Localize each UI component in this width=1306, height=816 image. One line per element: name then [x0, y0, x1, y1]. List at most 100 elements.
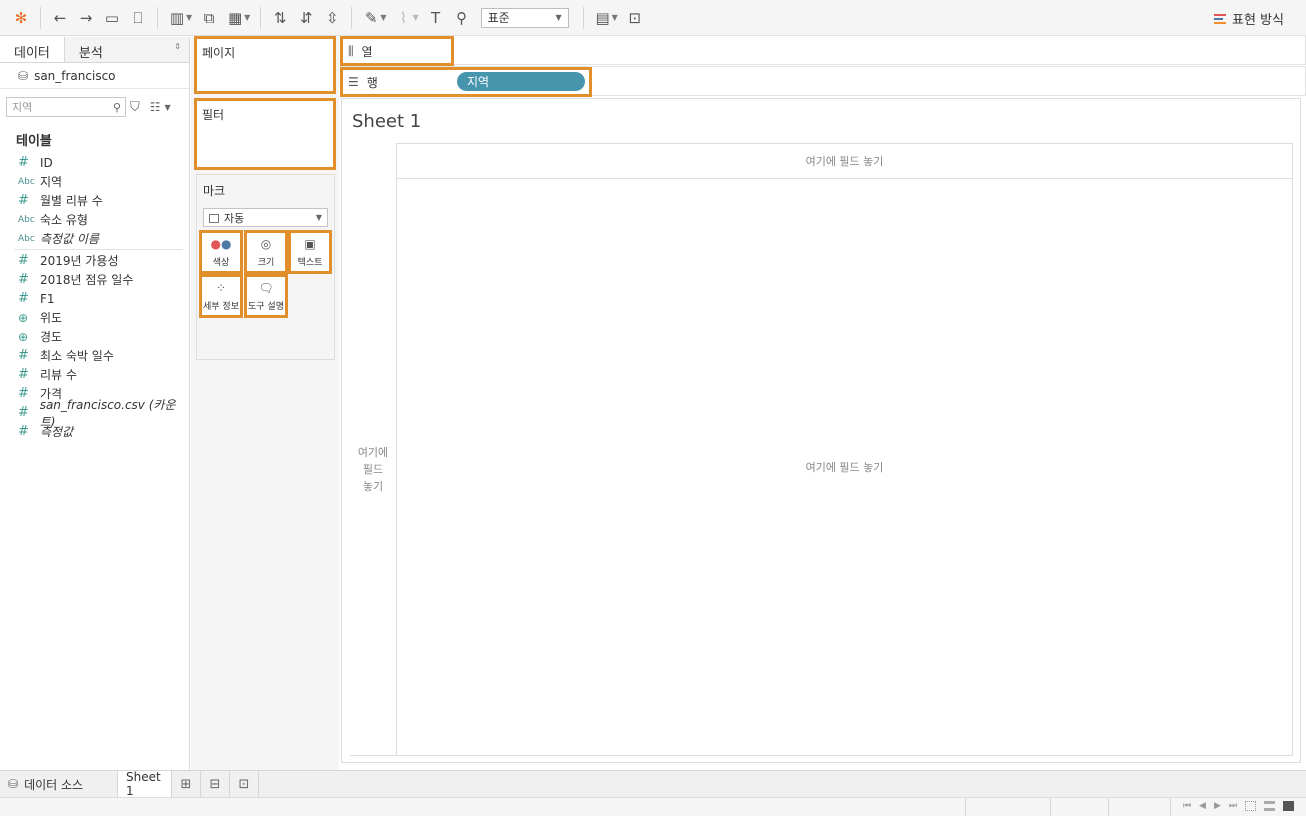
chevron-down-icon[interactable]: ▼ [612, 13, 618, 22]
sort-descending-icon[interactable]: ⇳ [319, 5, 345, 31]
filmstrip-view-icon[interactable] [1264, 801, 1275, 811]
datasource-item[interactable]: ⛁ san_francisco [0, 63, 189, 89]
mark-type-value: 자동 [224, 211, 245, 225]
chevron-down-icon: ▼ [555, 13, 562, 22]
tooltip-bubble-icon: 🗨 [258, 280, 274, 295]
filter-icon[interactable]: ⛉ [130, 100, 140, 115]
sheet-title[interactable]: Sheet 1 [352, 111, 421, 132]
field-item[interactable]: Abc 숙소 유형 [0, 210, 189, 229]
labels-icon[interactable]: T [423, 5, 449, 31]
toolbar-divider [157, 6, 158, 29]
duplicate-sheet-icon[interactable]: ⧉ [196, 5, 222, 31]
filters-shelf[interactable]: 필터 [194, 98, 336, 170]
first-sheet-icon[interactable]: ⏮ [1183, 801, 1191, 811]
undo-icon[interactable]: ← [47, 5, 73, 31]
chevron-down-icon[interactable]: ▼ [165, 103, 171, 112]
field-label: 경도 [40, 330, 63, 344]
number-type-icon: # [18, 424, 29, 439]
swap-axes-icon[interactable]: ⇅ [267, 5, 293, 31]
sort-ascending-icon[interactable]: ⇵ [293, 5, 319, 31]
detail-mark-button[interactable]: ⁘ 세부 정보 [199, 274, 243, 318]
toolbar: ✻ ← → ▭ ⎕ ▥ ▼ ⧉ ▦ ▼ ⇅ ⇵ ⇳ ✎ ▼ ⌇ ▼ T ⚲ 표준… [0, 0, 1306, 36]
rows-shelf[interactable]: ☰ 행 지역 [340, 66, 1306, 97]
field-item[interactable]: #2019년 가용성 [0, 251, 189, 270]
last-sheet-icon[interactable]: ⏭ [1229, 801, 1237, 811]
field-divider [14, 249, 183, 250]
field-label: 지역 [40, 175, 63, 189]
size-mark-button[interactable]: ◎ 크기 [244, 230, 288, 274]
field-label: 위도 [40, 311, 63, 325]
expand-icon: ⇕ [174, 42, 181, 51]
new-worksheet-tab-icon[interactable]: ⊞ [172, 770, 201, 798]
redo-icon[interactable]: → [73, 5, 99, 31]
field-item[interactable]: # ID [0, 153, 189, 172]
mark-type-select[interactable]: 자동 ▼ [203, 208, 328, 227]
chevron-down-icon[interactable]: ▼ [244, 13, 250, 22]
field-label: 측정값 [40, 425, 74, 439]
tab-sheet-1[interactable]: Sheet 1 [118, 770, 172, 798]
grid-view-icon[interactable] [1245, 801, 1256, 811]
number-type-icon: # [18, 155, 29, 170]
text-mark-button[interactable]: ▣ 텍스트 [288, 230, 332, 274]
grid-line [1292, 143, 1293, 755]
tab-analysis-label: 분석 [78, 46, 103, 61]
show-me-icon [1214, 13, 1227, 24]
show-me-label: 표현 방식 [1232, 13, 1284, 28]
status-divider [1108, 798, 1109, 816]
drop-zone-left-line: 놓기 [362, 480, 384, 493]
field-label: 리뷰 수 [40, 368, 77, 382]
marks-card-title: 마크 [203, 184, 226, 198]
drop-zone-center[interactable]: 여기에 필드 놓기 [396, 459, 1293, 475]
presentation-mode-icon[interactable]: ⊡ [622, 5, 648, 31]
tableau-logo-icon[interactable]: ✻ [8, 5, 34, 31]
tab-data[interactable]: 데이터 [0, 37, 65, 62]
view-list-icon[interactable]: ☷ [150, 100, 161, 114]
field-item[interactable]: # san_francisco.csv (카운트) [0, 398, 189, 429]
field-item[interactable]: # F1 [0, 289, 189, 308]
size-mark-label: 크기 [257, 257, 275, 268]
datasource-icon: ⛁ [18, 68, 29, 83]
field-item[interactable]: ⊕ 위도 [0, 308, 189, 327]
tabs-view-icon[interactable] [1283, 801, 1294, 811]
color-dots-icon: ●● [210, 236, 232, 251]
text-label-icon: ▣ [304, 236, 316, 251]
rows-pill[interactable]: 지역 [457, 72, 585, 91]
drop-zone-top[interactable]: 여기에 필드 놓기 [396, 143, 1293, 179]
tab-analysis[interactable]: 분석 ⇕ [64, 37, 189, 62]
field-item[interactable]: #2018년 점유 일수 [0, 270, 189, 289]
field-item[interactable]: Abc 측정값 이름 [0, 229, 189, 248]
tab-datasource[interactable]: ⛁ 데이터 소스 [0, 770, 118, 798]
tooltip-mark-button[interactable]: 🗨 도구 설명 [244, 274, 288, 318]
field-item[interactable]: # 최소 숙박 일수 [0, 346, 189, 365]
chevron-down-icon[interactable]: ▼ [186, 13, 192, 22]
next-sheet-icon[interactable]: ▶ [1214, 801, 1221, 811]
tables-section-title: 테이블 [16, 134, 52, 149]
data-pane-tabs: 데이터 분석 ⇕ [0, 37, 189, 63]
fit-select[interactable]: 표준 ▼ [480, 7, 569, 28]
field-item[interactable]: # 월별 리뷰 수 [0, 191, 189, 210]
new-datasource-icon[interactable]: ⎕ [125, 5, 151, 31]
tooltip-mark-label: 도구 설명 [248, 301, 284, 312]
pages-shelf[interactable]: 페이지 [194, 36, 336, 94]
chevron-down-icon[interactable]: ▼ [380, 13, 386, 22]
chevron-down-icon[interactable]: ▼ [412, 13, 418, 22]
field-search-input[interactable]: 지역 ⚲ [6, 97, 126, 117]
new-story-tab-icon[interactable]: ⊡ [230, 770, 259, 798]
color-mark-button[interactable]: ●● 색상 [199, 230, 243, 274]
datasource-name: san_francisco [34, 68, 116, 83]
prev-sheet-icon[interactable]: ◀ [1199, 801, 1206, 811]
field-label: 월별 리뷰 수 [40, 194, 103, 208]
field-item[interactable]: Abc 지역 [0, 172, 189, 191]
field-label: F1 [40, 291, 55, 306]
save-icon[interactable]: ▭ [99, 5, 125, 31]
status-bar: ⏮ ◀ ▶ ⏭ [0, 797, 1306, 816]
field-item[interactable]: # 리뷰 수 [0, 365, 189, 384]
new-dashboard-tab-icon[interactable]: ⊟ [201, 770, 230, 798]
drop-zone-left[interactable]: 여기에 필드 놓기 [350, 444, 396, 495]
pin-icon[interactable]: ⚲ [449, 5, 475, 31]
columns-shelf[interactable]: ⫼ 열 [340, 35, 1306, 66]
show-me-button[interactable]: 표현 방식 [1214, 9, 1284, 28]
number-type-icon: # [18, 193, 29, 208]
number-type-icon: # [18, 386, 29, 401]
field-item[interactable]: ⊕ 경도 [0, 327, 189, 346]
